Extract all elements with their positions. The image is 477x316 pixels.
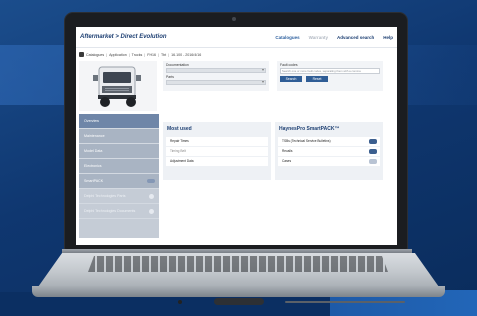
sidebar-item-delphi-parts[interactable]: Delphi Technologies Parts — [79, 189, 159, 204]
lid-notch — [214, 298, 264, 305]
list-item[interactable]: Recalls — [278, 147, 380, 156]
list-item-label: TSBs (Technical Service Bulletins) — [282, 139, 331, 143]
documentation-select[interactable] — [166, 67, 266, 73]
sidebar-item-delphi-documents[interactable]: Delphi Technologies Documents — [79, 204, 159, 219]
search-button[interactable]: Search — [280, 76, 302, 82]
sidebar-item-label: Model Data — [84, 149, 103, 153]
breadcrumb: Catalogues | Application | Trucks | FH16 | T… — [79, 51, 201, 58]
power-led-icon — [178, 300, 182, 304]
list-item-label: Recalls — [282, 149, 293, 153]
sidebar-item-smartpack[interactable]: SmartPACK — [79, 174, 159, 189]
sidebar-item-label: Electronics — [84, 164, 102, 168]
sidebar-item-label: Maintenance — [84, 134, 105, 138]
breadcrumb-item[interactable]: Trucks — [132, 53, 143, 57]
most-used-card: Most used Repair Times Timing Belt Adjus… — [163, 122, 271, 180]
webcam-icon — [232, 17, 236, 21]
truck-icon — [93, 66, 141, 107]
breadcrumb-item[interactable]: Tbt — [161, 53, 166, 57]
top-bar: Aftermarket > Direct Evolution Catalogue… — [76, 27, 397, 48]
sidebar-item-maintenance[interactable]: Maintenance — [79, 129, 159, 144]
sidebar: Overview Maintenance Model Data Electron… — [79, 114, 159, 238]
app-title: Aftermarket > Direct Evolution — [80, 34, 167, 40]
parts-select[interactable] — [166, 79, 266, 85]
fault-codes-input[interactable]: Search one or more fault codes, separati… — [280, 68, 380, 74]
list-item[interactable]: TSBs (Technical Service Bulletins) — [278, 137, 380, 146]
smartpack-card: HaynesPro SmartPACK™ TSBs (Technical Ser… — [275, 122, 383, 180]
sidebar-item-label: Delphi Technologies Parts — [84, 194, 126, 198]
count-badge — [369, 139, 377, 144]
info-icon — [149, 193, 154, 199]
nav-catalogues[interactable]: Catalogues — [275, 35, 299, 40]
top-navigation: Catalogues Warranty Advanced search Help — [275, 35, 393, 40]
list-item[interactable]: Cases — [278, 157, 380, 166]
sidebar-item-label: Delphi Technologies Documents — [84, 209, 136, 213]
breadcrumb-item[interactable]: Catalogues — [86, 53, 104, 57]
documentation-label: Documentation — [166, 63, 189, 67]
breadcrumb-item: 16.100 - 2016/4/16 — [171, 52, 202, 57]
count-badge — [369, 149, 377, 154]
parts-label: Parts — [166, 75, 174, 79]
most-used-title: Most used — [167, 126, 192, 132]
nav-help[interactable]: Help — [383, 35, 393, 40]
list-item[interactable]: Repair Times — [166, 137, 268, 146]
sidebar-item-overview[interactable]: Overview — [79, 114, 159, 129]
documentation-search-panel: Documentation Parts — [163, 61, 269, 91]
vehicle-image — [79, 61, 157, 111]
reset-button[interactable]: Reset — [306, 76, 328, 82]
nav-warranty[interactable]: Warranty — [309, 35, 328, 40]
count-badge — [369, 159, 377, 164]
fault-codes-label: Fault codes — [280, 63, 298, 67]
sidebar-item-model-data[interactable]: Model Data — [79, 144, 159, 159]
keyboard — [88, 256, 388, 272]
fault-code-panel: Fault codes Search one or more fault cod… — [277, 61, 383, 91]
breadcrumb-item[interactable]: Application — [109, 53, 127, 57]
list-item[interactable]: Timing Belt — [166, 147, 268, 156]
speaker-slit — [285, 301, 405, 303]
truck-icon — [79, 52, 84, 57]
nav-advanced-search[interactable]: Advanced search — [337, 35, 374, 40]
sidebar-item-label: SmartPACK — [84, 179, 104, 183]
smartpack-title: HaynesPro SmartPACK™ — [279, 126, 340, 132]
list-item-label: Cases — [282, 159, 292, 163]
chevron-icon — [147, 179, 155, 183]
laptop-front-edge — [32, 286, 445, 297]
laptop-screen: Aftermarket > Direct Evolution Catalogue… — [76, 27, 397, 245]
info-icon — [149, 208, 154, 214]
sidebar-item-label: Overview — [84, 119, 99, 123]
breadcrumb-item[interactable]: FH16 — [147, 53, 156, 57]
sidebar-item-electronics[interactable]: Electronics — [79, 159, 159, 174]
list-item[interactable]: Adjustment Data — [166, 157, 268, 166]
